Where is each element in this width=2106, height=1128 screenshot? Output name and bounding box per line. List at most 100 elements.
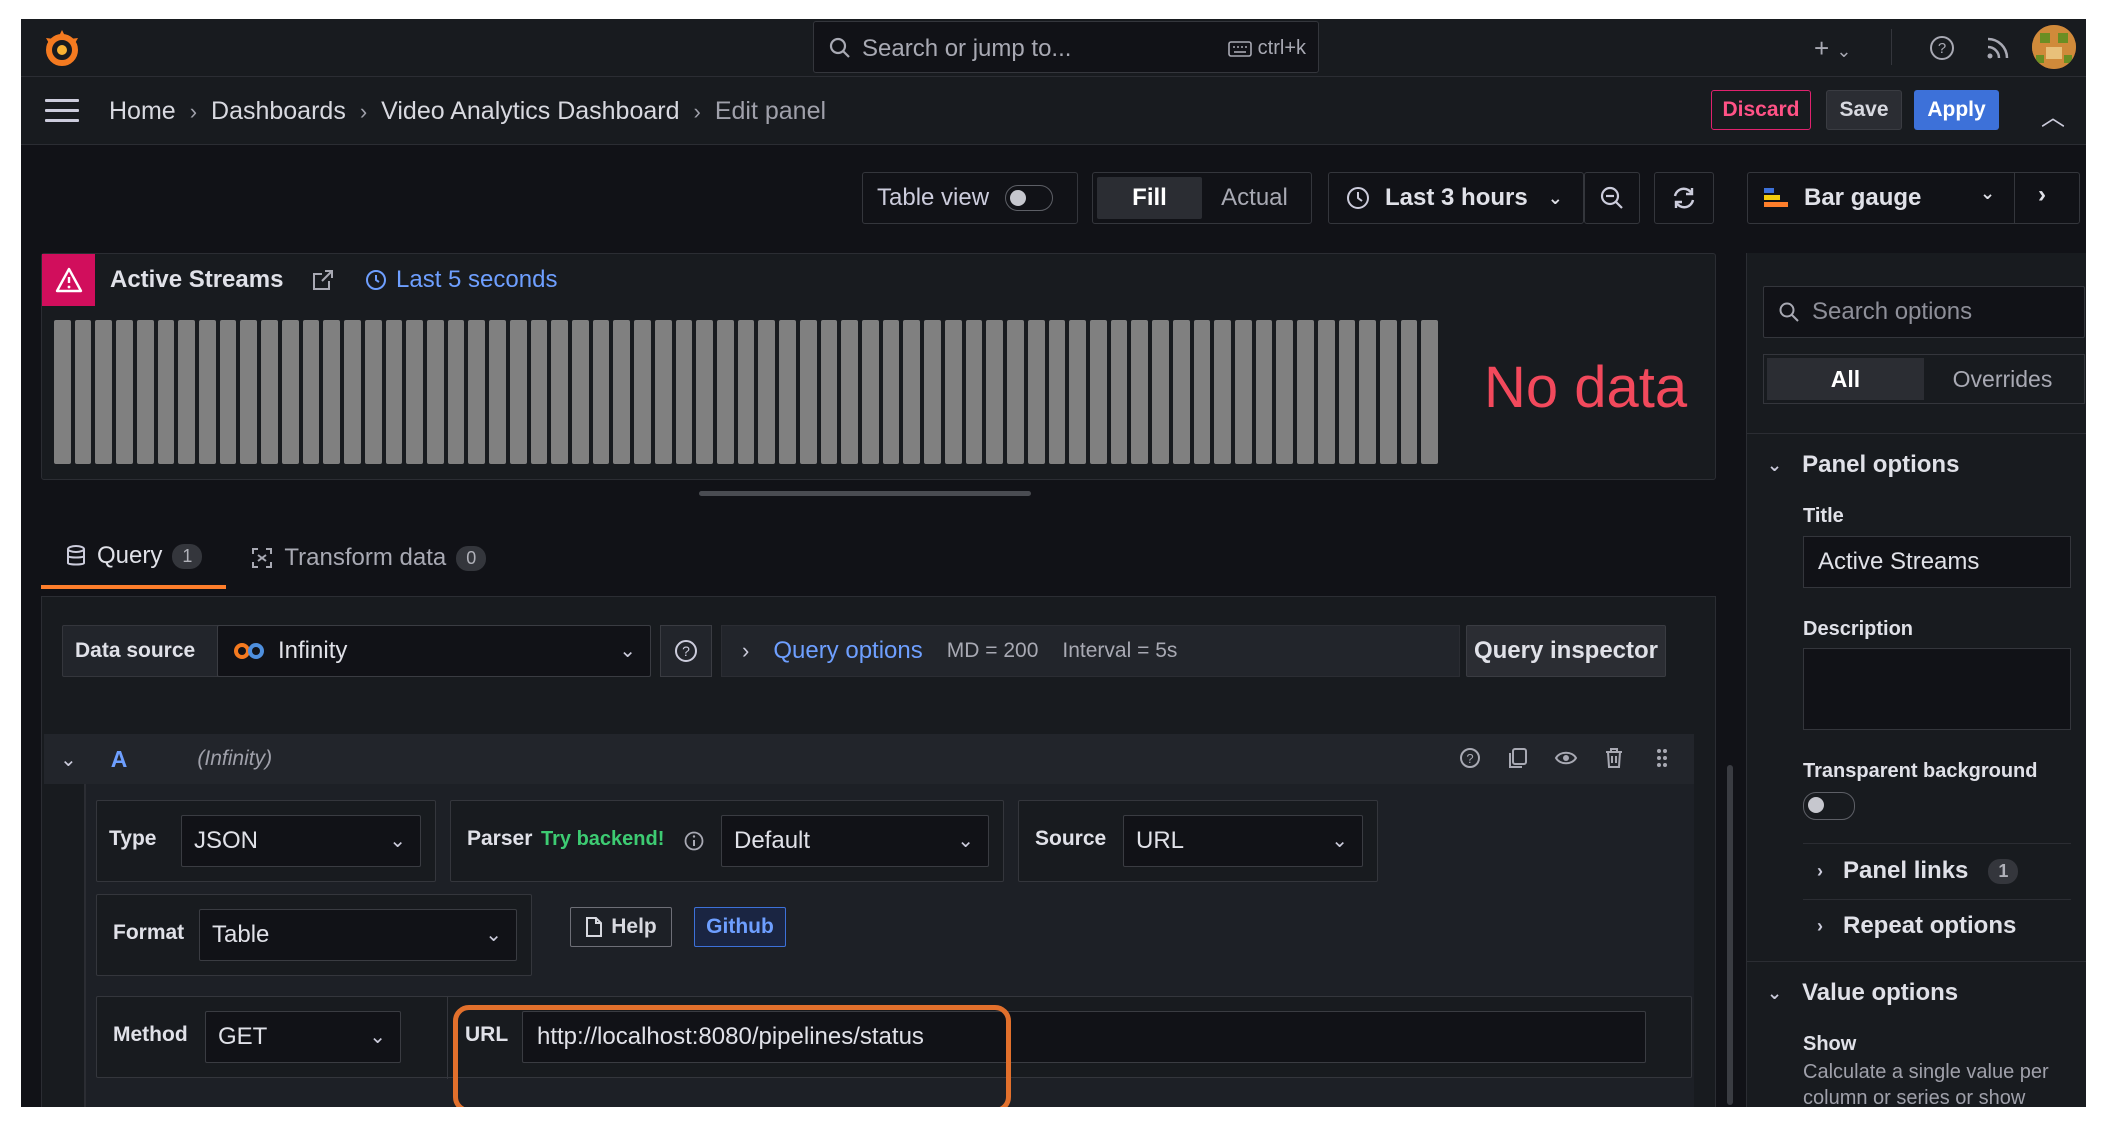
data-source-picker[interactable]: Infinity ⌄ [217, 625, 651, 677]
tab-query[interactable]: Query 1 [41, 527, 227, 589]
query-ref-id[interactable]: A [111, 746, 128, 773]
infinity-logo-icon [234, 643, 264, 659]
divider [1747, 961, 2086, 962]
info-icon[interactable] [683, 830, 705, 852]
panel-error-indicator[interactable] [42, 254, 95, 306]
gauge-bar [1276, 320, 1294, 464]
fill-option[interactable]: Fill [1097, 177, 1202, 219]
gauge-bar [820, 320, 838, 464]
query-inspector-button[interactable]: Query inspector [1466, 625, 1666, 677]
try-backend-link[interactable]: Try backend! [541, 828, 664, 851]
help-button-label: Help [611, 915, 657, 938]
help-button[interactable]: Help [570, 907, 672, 947]
min-interval: Interval = 5s [1062, 639, 1178, 662]
refresh-button[interactable] [1654, 172, 1714, 224]
breadcrumb-dashboards[interactable]: Dashboards [211, 97, 346, 126]
apply-button[interactable]: Apply [1914, 90, 1999, 130]
user-avatar[interactable] [2032, 25, 2076, 69]
trash-icon[interactable] [1602, 746, 1626, 770]
chevron-down-icon: ⌄ [1767, 982, 1783, 1003]
title-input[interactable]: Active Streams [1803, 536, 2071, 588]
gauge-bar [944, 320, 962, 464]
search-shortcut: ctrl+k [1227, 37, 1306, 60]
transform-icon [252, 548, 273, 568]
editor-tabs: Query 1 Transform data 0 [41, 527, 510, 597]
refresh-icon [1673, 187, 1695, 209]
actual-option[interactable]: Actual [1202, 177, 1307, 219]
menu-icon[interactable] [45, 99, 79, 123]
zoom-out-button[interactable] [1584, 172, 1640, 224]
breadcrumb-dashboard[interactable]: Video Analytics Dashboard [381, 97, 679, 126]
table-view-toggle[interactable]: Table view [862, 172, 1078, 224]
gauge-bar [157, 320, 175, 464]
transparent-background-switch[interactable] [1803, 792, 1855, 820]
show-description: Calculate a single value per column or s… [1803, 1061, 2049, 1107]
format-field: Format Table ⌄ [96, 894, 532, 976]
source-select[interactable]: URL ⌄ [1123, 815, 1363, 867]
transform-count-badge: 0 [456, 545, 487, 571]
gauge-bar [281, 320, 299, 464]
query-row-header[interactable]: ⌄ A (Infinity) ? [44, 734, 1694, 784]
chevron-right-icon: › [189, 98, 198, 124]
data-source-help-button[interactable]: ? [660, 625, 712, 677]
query-options-toggle[interactable]: › Query options MD = 200 Interval = 5s [721, 625, 1460, 677]
tab-all[interactable]: All [1767, 358, 1924, 400]
table-view-switch[interactable] [1005, 185, 1054, 211]
gauge-bar [862, 320, 879, 464]
panel-preview: Active Streams Last 5 seconds No data [41, 253, 1716, 480]
gauge-bar [406, 320, 423, 464]
github-button[interactable]: Github [694, 907, 786, 947]
repeat-options-header[interactable]: › Repeat options [1817, 912, 2016, 940]
chevron-up-icon[interactable]: ︿ [2041, 97, 2065, 132]
svg-text:?: ? [1466, 751, 1473, 766]
save-button[interactable]: Save [1826, 90, 1902, 130]
chevron-down-icon: ⌄ [1767, 454, 1783, 475]
discard-button[interactable]: Discard [1711, 90, 1811, 130]
time-range-label: Last 3 hours [1385, 184, 1528, 211]
gauge-bar [468, 320, 486, 464]
time-range-picker[interactable]: Last 3 hours ⌄ [1328, 172, 1584, 224]
chevron-right-icon: › [359, 98, 368, 124]
gauge-bar [613, 320, 631, 464]
panel-time-override: Last 5 seconds [364, 266, 557, 294]
options-pane: Search options All Overrides ⌄ Panel opt… [1746, 253, 2086, 1107]
gauge-bar [1131, 320, 1149, 464]
panel-options-header[interactable]: ⌄ Panel options [1767, 451, 1959, 479]
chevron-down-icon[interactable]: ⌄ [60, 747, 77, 772]
global-search-input[interactable]: Search or jump to... ctrl+k [813, 21, 1319, 73]
value-options-header[interactable]: ⌄ Value options [1767, 979, 1958, 1007]
chevron-down-icon: ⌄ [485, 924, 502, 946]
options-search-input[interactable]: Search options [1763, 286, 2085, 338]
gauge-bar [1234, 320, 1252, 464]
chevron-down-icon: ⌄ [1331, 830, 1348, 852]
format-select[interactable]: Table ⌄ [199, 909, 517, 961]
tab-overrides[interactable]: Overrides [1924, 358, 2081, 400]
panel-resize-handle[interactable] [699, 491, 1031, 496]
query-scrollbar[interactable] [1727, 765, 1733, 1105]
drag-handle-icon[interactable] [1650, 746, 1674, 770]
add-new-icon[interactable]: + ⌄ [1814, 33, 1852, 64]
method-select[interactable]: GET ⌄ [205, 1011, 401, 1063]
external-link-icon[interactable] [310, 267, 336, 293]
panel-links-header[interactable]: › Panel links 1 [1817, 857, 2019, 885]
news-feed-icon[interactable] [1984, 34, 2012, 62]
source-value: URL [1136, 827, 1185, 854]
help-icon[interactable]: ? [1458, 746, 1482, 770]
type-value: JSON [194, 827, 259, 854]
tab-transform[interactable]: Transform data 0 [226, 527, 510, 589]
type-select[interactable]: JSON ⌄ [181, 815, 421, 867]
chevron-right-icon[interactable]: › [2038, 181, 2046, 209]
gauge-bar [1359, 320, 1376, 464]
eye-icon[interactable] [1554, 746, 1578, 770]
gauge-bar [551, 320, 568, 464]
description-textarea[interactable] [1803, 648, 2071, 730]
chevron-down-icon: ⌄ [1547, 187, 1563, 208]
visualization-picker[interactable]: Bar gauge ⌄ › [1747, 172, 2080, 224]
gauge-bar [447, 320, 465, 464]
breadcrumb-home[interactable]: Home [109, 97, 176, 126]
help-icon[interactable]: ? [1928, 34, 1956, 62]
time-override-label: Last 5 seconds [396, 266, 558, 293]
duplicate-icon[interactable] [1506, 746, 1530, 770]
parser-select[interactable]: Default ⌄ [721, 815, 989, 867]
grafana-logo-icon[interactable] [40, 26, 84, 70]
